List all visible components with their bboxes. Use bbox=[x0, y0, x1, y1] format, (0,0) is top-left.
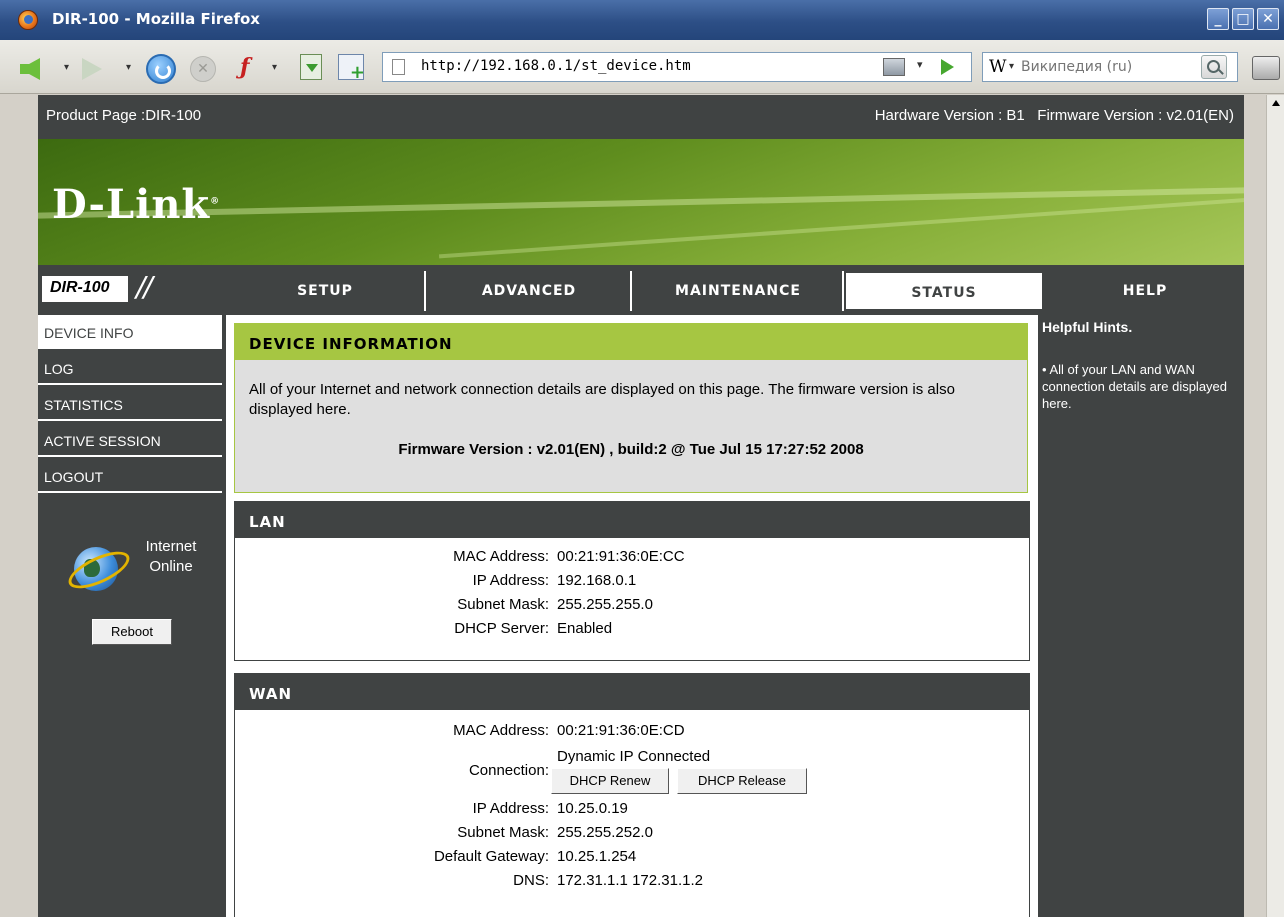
hints-text: • All of your LAN and WAN connection det… bbox=[1042, 362, 1228, 411]
dlink-logo: D-Link® bbox=[52, 181, 221, 228]
go-arrow-icon[interactable] bbox=[941, 59, 954, 75]
device-info-description: All of your Internet and network connect… bbox=[249, 381, 955, 418]
section-title: DEVICE INFORMATION bbox=[235, 324, 1027, 360]
maximize-button[interactable]: □ bbox=[1232, 8, 1254, 30]
main-content: DEVICE INFORMATION All of your Internet … bbox=[226, 315, 1038, 917]
forward-history-dropdown-icon[interactable]: ▾ bbox=[126, 62, 131, 73]
tab-maintenance[interactable]: MAINTENANCE bbox=[634, 271, 844, 311]
forward-arrow-icon[interactable] bbox=[82, 58, 102, 80]
top-info-bar: Product Page :DIR-100 Hardware Version :… bbox=[38, 95, 1244, 137]
download-icon[interactable] bbox=[300, 54, 322, 80]
sidebar-item-logout[interactable]: LOGOUT bbox=[38, 459, 222, 493]
tab-status[interactable]: STATUS bbox=[844, 271, 1044, 311]
back-history-dropdown-icon[interactable]: ▾ bbox=[64, 62, 69, 73]
navigation-toolbar: ▾ ▾ ✕ ƒ ▾ http://192.168.0.1/st_device.h… bbox=[0, 40, 1284, 94]
hints-title: Helpful Hints. bbox=[1042, 319, 1133, 335]
printer-icon[interactable] bbox=[1252, 56, 1280, 80]
firefox-icon[interactable] bbox=[18, 10, 38, 30]
section-title: WAN bbox=[235, 674, 1029, 710]
router-page: Product Page :DIR-100 Hardware Version :… bbox=[38, 95, 1244, 917]
firmware-version: Firmware Version : v2.01(EN) , build:2 @… bbox=[398, 441, 864, 458]
model-badge: DIR-100 // bbox=[38, 270, 224, 310]
url-text[interactable]: http://192.168.0.1/st_device.htm bbox=[421, 58, 691, 74]
model-slashes: // bbox=[136, 270, 153, 303]
helpful-hints-panel: Helpful Hints. • All of your LAN and WAN… bbox=[1040, 315, 1242, 917]
sidebar-item-log[interactable]: LOG bbox=[38, 351, 222, 385]
wikipedia-icon[interactable]: W bbox=[989, 57, 1006, 77]
stop-icon[interactable]: ✕ bbox=[190, 56, 216, 82]
minimize-button[interactable]: _ bbox=[1207, 8, 1229, 30]
wan-mac-row: MAC Address: 00:21:91:36:0E:CD bbox=[453, 722, 685, 739]
search-input[interactable] bbox=[1021, 56, 1191, 78]
reload-icon[interactable] bbox=[146, 54, 176, 84]
back-arrow-icon[interactable] bbox=[20, 58, 40, 80]
lan-mac-row: MAC Address: 00:21:91:36:0E:CC bbox=[453, 548, 685, 565]
lan-ip-row: IP Address: 192.168.0.1 bbox=[472, 572, 637, 589]
reboot-button[interactable]: Reboot bbox=[92, 619, 172, 645]
window-title: DIR-100 - Mozilla Firefox bbox=[52, 10, 260, 28]
dlink-banner: D-Link® bbox=[38, 139, 1244, 265]
version-label: Hardware Version : B1 Firmware Version :… bbox=[874, 107, 1234, 124]
url-history-dropdown-icon[interactable]: ▾ bbox=[917, 58, 923, 71]
network-icon[interactable] bbox=[883, 58, 905, 76]
window-titlebar: DIR-100 - Mozilla Firefox _ □ ✕ bbox=[0, 0, 1284, 40]
dhcp-release-button[interactable]: DHCP Release bbox=[677, 768, 807, 794]
url-bar[interactable]: http://192.168.0.1/st_device.htm ▾ bbox=[382, 52, 972, 82]
model-name: DIR-100 bbox=[42, 276, 128, 302]
wan-connection-buttons: DHCP Renew DHCP Release bbox=[235, 768, 1029, 794]
tab-help[interactable]: HELP bbox=[1046, 271, 1244, 311]
product-page-label: Product Page :DIR-100 bbox=[46, 107, 202, 124]
sidebar-item-active-session[interactable]: ACTIVE SESSION bbox=[38, 423, 222, 457]
search-engine-dropdown-icon[interactable]: ▾ bbox=[1009, 61, 1014, 72]
lan-dhcp-row: DHCP Server: Enabled bbox=[454, 620, 613, 637]
tab-advanced[interactable]: ADVANCED bbox=[428, 271, 632, 311]
search-icon[interactable] bbox=[1201, 55, 1227, 79]
vertical-scrollbar[interactable] bbox=[1266, 95, 1284, 917]
lan-mask-row: Subnet Mask: 255.255.255.0 bbox=[457, 596, 653, 613]
page-viewport: Product Page :DIR-100 Hardware Version :… bbox=[0, 95, 1284, 917]
main-nav: DIR-100 // SETUP ADVANCED MAINTENANCE ST… bbox=[38, 268, 1244, 312]
sidebar: DEVICE INFO LOG STATISTICS ACTIVE SESSIO… bbox=[38, 315, 224, 917]
wan-mask-row: Subnet Mask: 255.255.252.0 bbox=[457, 824, 653, 841]
sidebar-item-device-info[interactable]: DEVICE INFO bbox=[38, 315, 222, 349]
pdf-dropdown-icon[interactable]: ▾ bbox=[272, 62, 277, 73]
internet-globe-icon bbox=[63, 539, 135, 596]
device-information-section: DEVICE INFORMATION All of your Internet … bbox=[234, 323, 1028, 493]
wan-gateway-row: Default Gateway: 10.25.1.254 bbox=[433, 848, 637, 865]
lan-section: LAN MAC Address: 00:21:91:36:0E:CC IP Ad… bbox=[234, 501, 1030, 661]
tab-setup[interactable]: SETUP bbox=[226, 271, 426, 311]
internet-status: Internet Online bbox=[145, 538, 197, 575]
wan-ip-row: IP Address: 10.25.0.19 bbox=[472, 800, 628, 817]
close-button[interactable]: ✕ bbox=[1257, 8, 1279, 30]
pdf-addon-icon[interactable]: ƒ bbox=[240, 54, 268, 84]
wan-section: WAN MAC Address: 00:21:91:36:0E:CD Dynam… bbox=[234, 673, 1030, 917]
section-title: LAN bbox=[235, 502, 1029, 538]
wan-dns-row: DNS: 172.31.1.1 172.31.1.2 bbox=[513, 872, 703, 889]
page-icon bbox=[392, 59, 405, 75]
new-tab-icon[interactable] bbox=[338, 54, 365, 83]
sidebar-item-statistics[interactable]: STATISTICS bbox=[38, 387, 222, 421]
scroll-up-arrow-icon[interactable] bbox=[1269, 97, 1283, 111]
search-bar[interactable]: W ▾ bbox=[982, 52, 1238, 82]
dhcp-renew-button[interactable]: DHCP Renew bbox=[551, 768, 669, 794]
